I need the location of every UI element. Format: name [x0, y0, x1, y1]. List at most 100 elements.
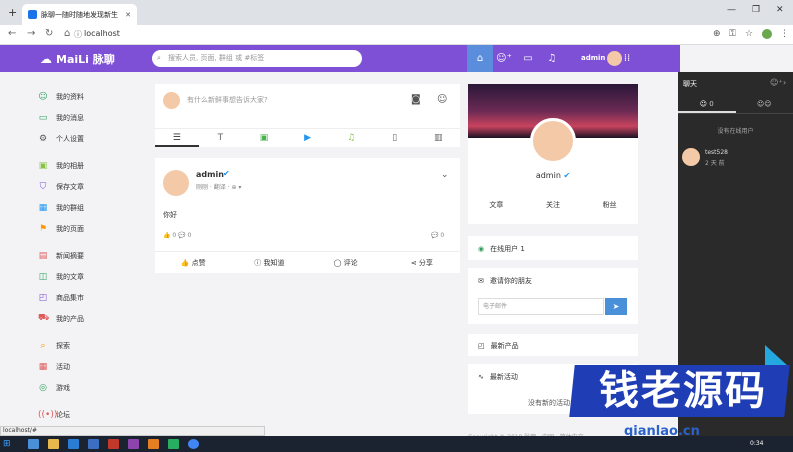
bookmark-icon: ⛉ — [39, 181, 47, 192]
taskbar-app-icon[interactable] — [148, 439, 159, 449]
sidebar-item-albums[interactable]: ▣ 我的相册 — [38, 155, 148, 176]
like-button[interactable]: 👍 点赞 — [155, 252, 231, 273]
logo[interactable]: ☁ MaiLi 脉聊 — [40, 51, 115, 67]
text-icon[interactable]: T — [199, 129, 243, 147]
sticker-icon[interactable]: ☺ — [437, 94, 447, 105]
avatar[interactable] — [163, 170, 189, 196]
image-icon[interactable]: ▣ — [242, 129, 286, 147]
close-tab-icon[interactable]: ✕ — [125, 11, 131, 19]
contact-time: 2 天 前 — [705, 160, 725, 167]
post-meta: 刚刚 · 翻译 · ⊕ ▾ — [196, 184, 242, 191]
home-icon[interactable]: ⌂ — [64, 28, 70, 39]
contact-name[interactable]: test528 — [705, 149, 728, 156]
sidebar-item-explore[interactable]: ⌕ 探索 — [38, 335, 148, 356]
profile-followers-button[interactable]: 粉丝 — [581, 200, 638, 210]
messages-icon[interactable]: ▭ — [515, 45, 541, 72]
tab-online[interactable]: ☺ 0 — [678, 94, 736, 113]
invite-label: 邀请你的朋友 — [489, 277, 532, 285]
online-users-widget[interactable]: ◉ 在线用户 1 — [468, 236, 638, 260]
new-tab-icon[interactable]: + — [8, 6, 17, 19]
online-count: 0 — [709, 100, 714, 108]
sidebar-item-messages[interactable]: ▭ 我的消息 — [38, 107, 148, 128]
sidebar-item-groups[interactable]: ▦ 我的群组 — [38, 197, 148, 218]
taskbar-app-icon[interactable] — [88, 439, 99, 449]
minimize-icon[interactable]: — — [727, 5, 736, 15]
profile-name[interactable]: admin ✔ — [468, 171, 638, 180]
profile-following-button[interactable]: 关注 — [525, 200, 582, 210]
sidebar-item-market[interactable]: ◰ 商品集市 — [38, 287, 148, 308]
post-actions: 👍 点赞 ⓘ 我知道 ◯ 评论 ⋖ 分享 — [155, 251, 460, 273]
windows-start-icon[interactable]: ⊞ — [3, 439, 11, 449]
search-icon: ⌕ — [157, 54, 161, 62]
book-icon: ◫ — [38, 271, 48, 282]
profile-avatar[interactable] — [530, 118, 576, 164]
activity-icon: ∿ — [478, 373, 484, 381]
taskbar-app-icon[interactable] — [168, 439, 179, 449]
star-icon[interactable]: ☆ — [745, 29, 753, 39]
search-input[interactable]: ⌕ 搜索人员, 页面, 群组 或 #标签 — [152, 50, 362, 67]
chevron-down-icon[interactable]: ⌄ — [441, 170, 449, 180]
profile-articles-button[interactable]: 文章 — [468, 200, 525, 210]
sidebar-item-pages[interactable]: ⚑ 我的页面 — [38, 218, 148, 239]
taskbar-app-icon[interactable] — [108, 439, 119, 449]
share-label: 分享 — [418, 259, 433, 267]
comment-button[interactable]: ◯ 评论 — [308, 252, 384, 273]
store-icon[interactable] — [68, 439, 79, 449]
map-icon[interactable]: ▥ — [416, 129, 460, 147]
camera-icon[interactable]: ◙ — [411, 94, 421, 105]
maximize-icon[interactable]: ❐ — [752, 5, 760, 15]
close-window-icon[interactable]: ✕ — [776, 5, 784, 15]
url-field[interactable]: localhost — [84, 29, 120, 38]
composer-input[interactable]: 有什么新鲜事想告诉大家? — [187, 95, 268, 105]
sidebar-item-profile[interactable]: ☺ 我的资料 — [38, 86, 148, 107]
share-button[interactable]: ⋖ 分享 — [384, 252, 460, 273]
sidebar-item-saved[interactable]: ⛉ 保存文章 — [38, 176, 148, 197]
add-friend-icon[interactable]: ☺⁺ — [491, 45, 517, 72]
info-icon[interactable]: ⓘ — [74, 29, 82, 40]
explorer-icon[interactable] — [48, 439, 59, 449]
forward-icon[interactable]: → — [27, 28, 35, 39]
add-friend-icon[interactable]: ☺⁺ — [770, 78, 783, 87]
sidebar-item-products[interactable]: ⛟ 我的产品 — [38, 308, 148, 329]
taskbar-app-icon[interactable] — [128, 439, 139, 449]
sidebar-item-settings[interactable]: ⚙ 个人设置 — [38, 128, 148, 149]
sidebar-item-label: 保存文章 — [56, 182, 84, 191]
send-invite-button[interactable]: ➤ — [605, 298, 627, 315]
sidebar-item-articles[interactable]: ◫ 我的文章 — [38, 266, 148, 287]
tab-contacts[interactable]: ☺☺ — [736, 94, 793, 113]
key-icon[interactable]: ⚿ — [729, 29, 736, 39]
file-icon[interactable]: ▯ — [373, 129, 417, 147]
taskbar-app-icon[interactable] — [28, 439, 39, 449]
video-icon[interactable]: ▶ — [286, 129, 330, 147]
sidebar-item-events[interactable]: ▦ 活动 — [38, 356, 148, 377]
chrome-icon[interactable] — [188, 439, 199, 449]
back-icon[interactable]: ← — [8, 28, 16, 39]
reload-icon[interactable]: ↻ — [45, 28, 53, 39]
browser-tab[interactable]: 脉聊一随时随地发现新生 ✕ — [22, 4, 137, 25]
gamepad-icon: ◎ — [39, 382, 47, 393]
avatar[interactable] — [682, 148, 700, 166]
post-author[interactable]: admin — [196, 170, 224, 179]
email-field[interactable]: 电子邮件 — [478, 298, 604, 315]
bag-icon: ◰ — [38, 292, 48, 303]
list-icon[interactable]: ☰ — [155, 129, 199, 147]
sidebar-item-news[interactable]: ▤ 新闻摘要 — [38, 245, 148, 266]
watermark-text: 钱老源码 — [599, 368, 767, 414]
music-icon[interactable]: ♫ — [329, 129, 373, 147]
person-icon: ☺ — [38, 91, 48, 102]
know-button[interactable]: ⓘ 我知道 — [231, 252, 307, 273]
location-icon[interactable]: ⊕ — [713, 29, 721, 39]
menu-dots-icon[interactable]: ⋮ — [780, 29, 789, 39]
verified-icon: ✔ — [563, 171, 571, 180]
home-nav-icon[interactable]: ⌂ — [467, 45, 493, 72]
sidebar-item-forum[interactable]: ((•)) 论坛 — [38, 404, 148, 425]
watermark-accent — [765, 345, 789, 367]
chevron-right-icon[interactable]: › — [783, 78, 786, 87]
sidebar-item-label: 我的产品 — [56, 314, 84, 323]
notifications-icon[interactable]: ♫ — [539, 45, 565, 72]
grid-menu-icon[interactable]: ⁞⁞ — [620, 45, 634, 72]
sidebar-item-games[interactable]: ◎ 游戏 — [38, 377, 148, 398]
header-username[interactable]: admin — [581, 54, 605, 62]
sidebar-item-label: 商品集市 — [56, 293, 84, 302]
extension-icon[interactable] — [762, 29, 772, 39]
